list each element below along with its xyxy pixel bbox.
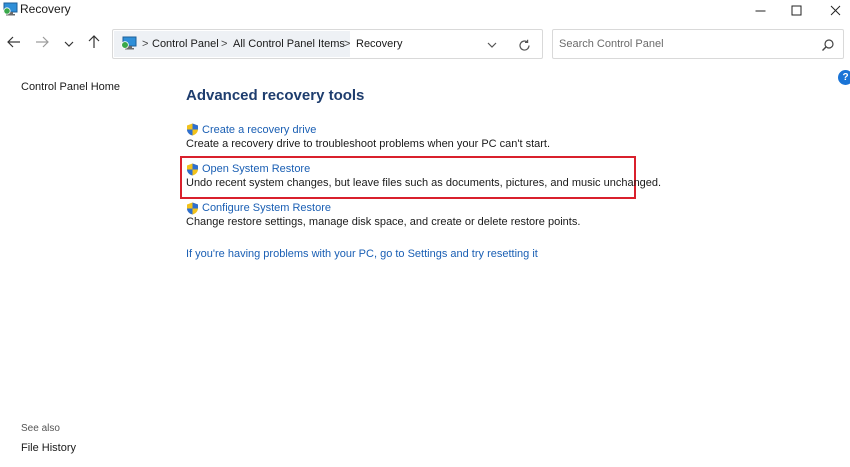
breadcrumb-all-items[interactable]: All Control Panel Items: [233, 38, 345, 50]
maximize-icon: [791, 5, 802, 16]
minimize-icon: [755, 5, 766, 16]
back-button[interactable]: [4, 34, 24, 54]
configure-system-restore-link[interactable]: Configure System Restore: [202, 202, 331, 214]
window-title: Recovery: [20, 2, 71, 16]
create-recovery-drive-description: Create a recovery drive to troubleshoot …: [186, 138, 551, 150]
search-icon[interactable]: [821, 38, 835, 52]
chevron-down-icon: [487, 42, 497, 48]
recovery-app-icon: [3, 2, 19, 16]
control-panel-home-link[interactable]: Control Panel Home: [21, 81, 120, 93]
breadcrumb-separator: >: [142, 38, 149, 50]
refresh-icon: [518, 39, 530, 51]
configure-system-restore-description: Change restore settings, manage disk spa…: [186, 216, 581, 228]
reset-pc-link[interactable]: If you're having problems with your PC, …: [186, 248, 538, 260]
close-icon: [830, 5, 841, 16]
back-arrow-icon: [7, 35, 21, 53]
help-icon[interactable]: ?: [838, 70, 850, 85]
address-bar[interactable]: > Control Panel > All Control Panel Item…: [112, 29, 543, 59]
shield-icon: [186, 163, 199, 176]
breadcrumb-recovery[interactable]: Recovery: [356, 38, 402, 50]
shield-icon: [186, 123, 199, 136]
page-title: Advanced recovery tools: [186, 87, 365, 104]
refresh-button[interactable]: [517, 38, 531, 52]
open-system-restore-link[interactable]: Open System Restore: [202, 163, 310, 175]
create-recovery-drive-link[interactable]: Create a recovery drive: [202, 124, 316, 136]
up-arrow-icon: [88, 34, 100, 54]
up-button[interactable]: [84, 34, 104, 54]
file-history-link[interactable]: File History: [21, 442, 76, 454]
shield-icon: [186, 202, 199, 215]
title-bar: Recovery: [0, 0, 850, 20]
close-button[interactable]: [812, 0, 850, 20]
search-input[interactable]: [559, 36, 809, 52]
forward-button[interactable]: [32, 34, 52, 54]
control-panel-icon: [120, 36, 138, 52]
search-box[interactable]: [552, 29, 844, 59]
chevron-down-icon: [64, 35, 74, 53]
breadcrumb-control-panel[interactable]: Control Panel: [152, 38, 219, 50]
address-dropdown-button[interactable]: [485, 39, 499, 51]
breadcrumb-separator: >: [221, 38, 228, 50]
open-system-restore-description: Undo recent system changes, but leave fi…: [186, 177, 662, 189]
breadcrumb-separator: >: [344, 38, 351, 50]
forward-arrow-icon: [35, 35, 49, 53]
recent-locations-button[interactable]: [59, 34, 79, 54]
see-also-heading: See also: [21, 423, 60, 434]
